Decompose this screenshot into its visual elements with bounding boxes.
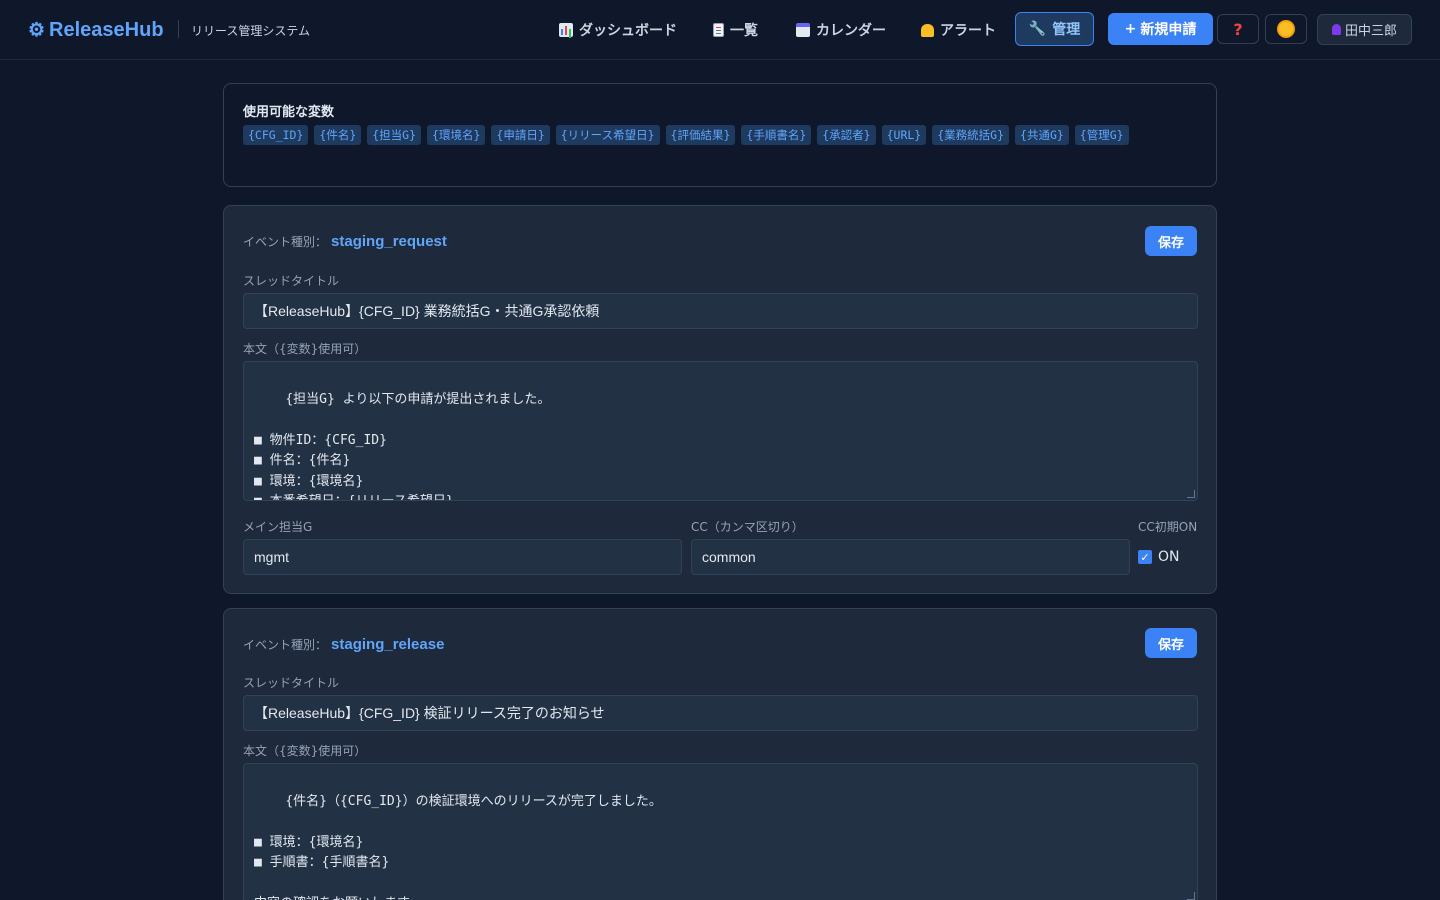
new-request-label: 新規申請 (1140, 22, 1197, 38)
calendar-icon (796, 23, 810, 37)
variable-chip[interactable]: {件名} (314, 125, 362, 145)
brand-name: ReleaseHub (49, 18, 164, 41)
event-type-label: イベント種別： staging_release (243, 636, 444, 653)
user-menu-button[interactable]: 田中三郎 (1317, 14, 1412, 45)
user-name: 田中三郎 (1344, 24, 1397, 39)
theme-toggle-button[interactable] (1265, 14, 1307, 44)
brand-divider (178, 20, 179, 38)
variable-chip[interactable]: {評価結果} (665, 125, 736, 145)
body-text: {件名}（{CFG_ID}）の検証環境へのリリースが完了しました。 ■ 環境：{… (254, 793, 662, 900)
thread-title-label: スレッドタイトル (243, 676, 340, 690)
manage-button[interactable]: 🔧 管理 (1015, 12, 1094, 46)
body-label: 本文（{変数}使用可） (243, 744, 367, 758)
nav-alert[interactable]: アラート (921, 16, 996, 44)
variable-chip[interactable]: {担当G} (367, 125, 422, 145)
cc-label: CC（カンマ区切り） (691, 520, 804, 534)
nav-calendar-label: カレンダー (816, 23, 886, 39)
wrench-icon: 🔧 (1028, 21, 1047, 37)
save-button[interactable]: 保存 (1145, 628, 1197, 658)
event-card-staging-release: イベント種別： staging_release 保存 スレッドタイトル 【Rele… (223, 608, 1217, 900)
available-variables-card: 使用可能な変数 {CFG_ID} {件名} {担当G} {環境名} {申請日} {リリース… (223, 83, 1217, 187)
save-button[interactable]: 保存 (1145, 226, 1197, 256)
cc-default-value: ON (1158, 549, 1180, 565)
resize-handle[interactable] (1187, 490, 1195, 498)
body-textarea[interactable]: {担当G} より以下の申請が提出されました。 ■ 物件ID：{CFG_ID} ■… (243, 361, 1198, 501)
event-type-label: イベント種別： staging_request (243, 233, 447, 250)
body-text: {担当G} より以下の申請が提出されました。 ■ 物件ID：{CFG_ID} ■… (254, 391, 551, 501)
event-type-name: staging_release (331, 636, 445, 653)
variable-chip[interactable]: {申請日} (491, 125, 550, 145)
variable-chip-list: {CFG_ID} {件名} {担当G} {環境名} {申請日} {リリース希望日} {評価結… (243, 125, 1193, 145)
sun-icon (1279, 22, 1293, 36)
variable-chip[interactable]: {URL} (881, 125, 927, 145)
thread-title-input[interactable]: 【ReleaseHub】{CFG_ID} 業務統括G・共通G承認依頼 (243, 293, 1198, 329)
nav-list[interactable]: 一覧 (713, 16, 758, 44)
help-button[interactable]: ? (1217, 14, 1259, 44)
event-type-caption: イベント種別： (243, 638, 328, 652)
top-navigation-bar: ⚙ ReleaseHub リリース管理システム ダッシュボード 一覧 カレンダー… (0, 0, 1440, 60)
variables-title: 使用可能な変数 (243, 105, 335, 120)
variable-chip[interactable]: {業務統括G} (932, 125, 1010, 145)
manage-label: 管理 (1052, 22, 1081, 38)
cc-default-label: CC初期ON (1138, 520, 1198, 534)
nav-dashboard[interactable]: ダッシュボード (559, 16, 677, 44)
main-group-label: メイン担当G (243, 520, 313, 534)
variable-chip[interactable]: {手順書名} (741, 125, 812, 145)
event-card-staging-request: イベント種別： staging_request 保存 スレッドタイトル 【Rele… (223, 205, 1217, 594)
new-request-button[interactable]: + 新規申請 (1108, 13, 1213, 45)
cc-input[interactable]: common (691, 539, 1130, 575)
checkbox[interactable]: ✓ (1138, 550, 1152, 564)
thread-title-input[interactable]: 【ReleaseHub】{CFG_ID} 検証リリース完了のお知らせ (243, 695, 1198, 731)
variable-chip[interactable]: {環境名} (427, 125, 486, 145)
gear-icon: ⚙ (28, 19, 46, 41)
bell-icon (921, 23, 934, 37)
variable-chip[interactable]: {承認者} (817, 125, 876, 145)
cc-default-toggle[interactable]: ✓ ON (1138, 549, 1180, 565)
nav-list-label: 一覧 (730, 23, 758, 39)
body-label: 本文（{変数}使用可） (243, 342, 367, 356)
event-type-caption: イベント種別： (243, 235, 328, 249)
variable-chip[interactable]: {リリース希望日} (555, 125, 660, 145)
main-group-input[interactable]: mgmt (243, 539, 682, 575)
user-icon (1331, 24, 1341, 35)
question-icon: ? (1233, 19, 1243, 39)
event-type-name: staging_request (331, 233, 447, 250)
nav-calendar[interactable]: カレンダー (796, 16, 886, 44)
variable-chip[interactable]: {CFG_ID} (243, 125, 309, 145)
clipboard-icon (713, 23, 724, 37)
thread-title-label: スレッドタイトル (243, 274, 340, 288)
nav-dashboard-label: ダッシュボード (579, 23, 677, 39)
nav-alert-label: アラート (940, 23, 996, 39)
variable-chip[interactable]: {共通G} (1015, 125, 1069, 145)
plus-icon: + (1124, 21, 1137, 37)
resize-handle[interactable] (1187, 892, 1195, 900)
variable-chip[interactable]: {管理G} (1074, 125, 1129, 145)
body-textarea[interactable]: {件名}（{CFG_ID}）の検証環境へのリリースが完了しました。 ■ 環境：{… (243, 763, 1198, 900)
brand-subtitle: リリース管理システム (191, 24, 311, 38)
chart-icon (559, 23, 573, 37)
brand-logo[interactable]: ⚙ ReleaseHub (28, 17, 164, 43)
